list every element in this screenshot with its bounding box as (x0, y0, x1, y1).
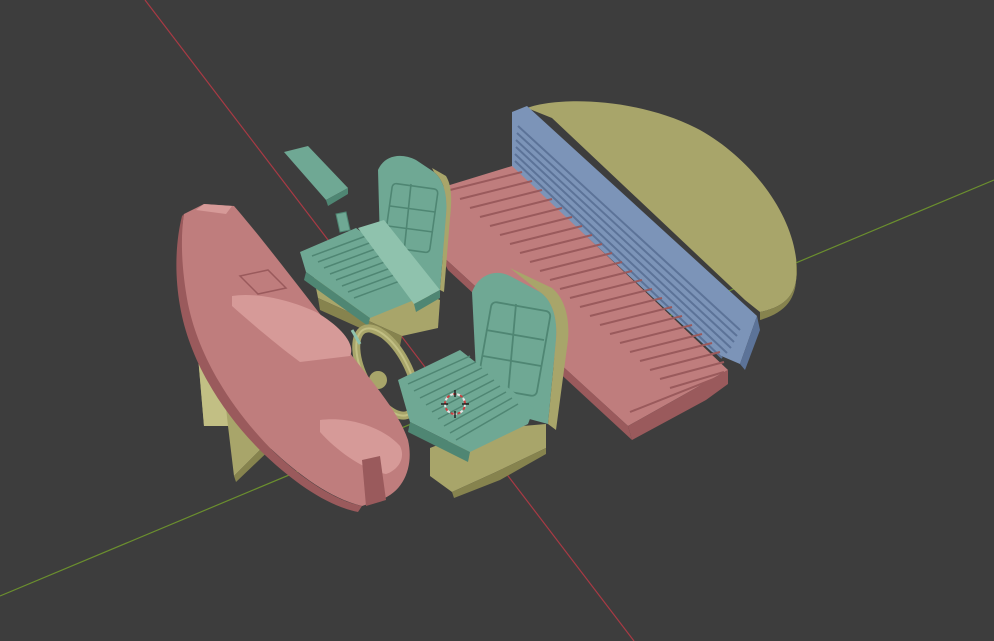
viewport-canvas[interactable] (0, 0, 994, 641)
3d-viewport[interactable] (0, 0, 994, 641)
center-console-lid[interactable] (284, 146, 348, 206)
